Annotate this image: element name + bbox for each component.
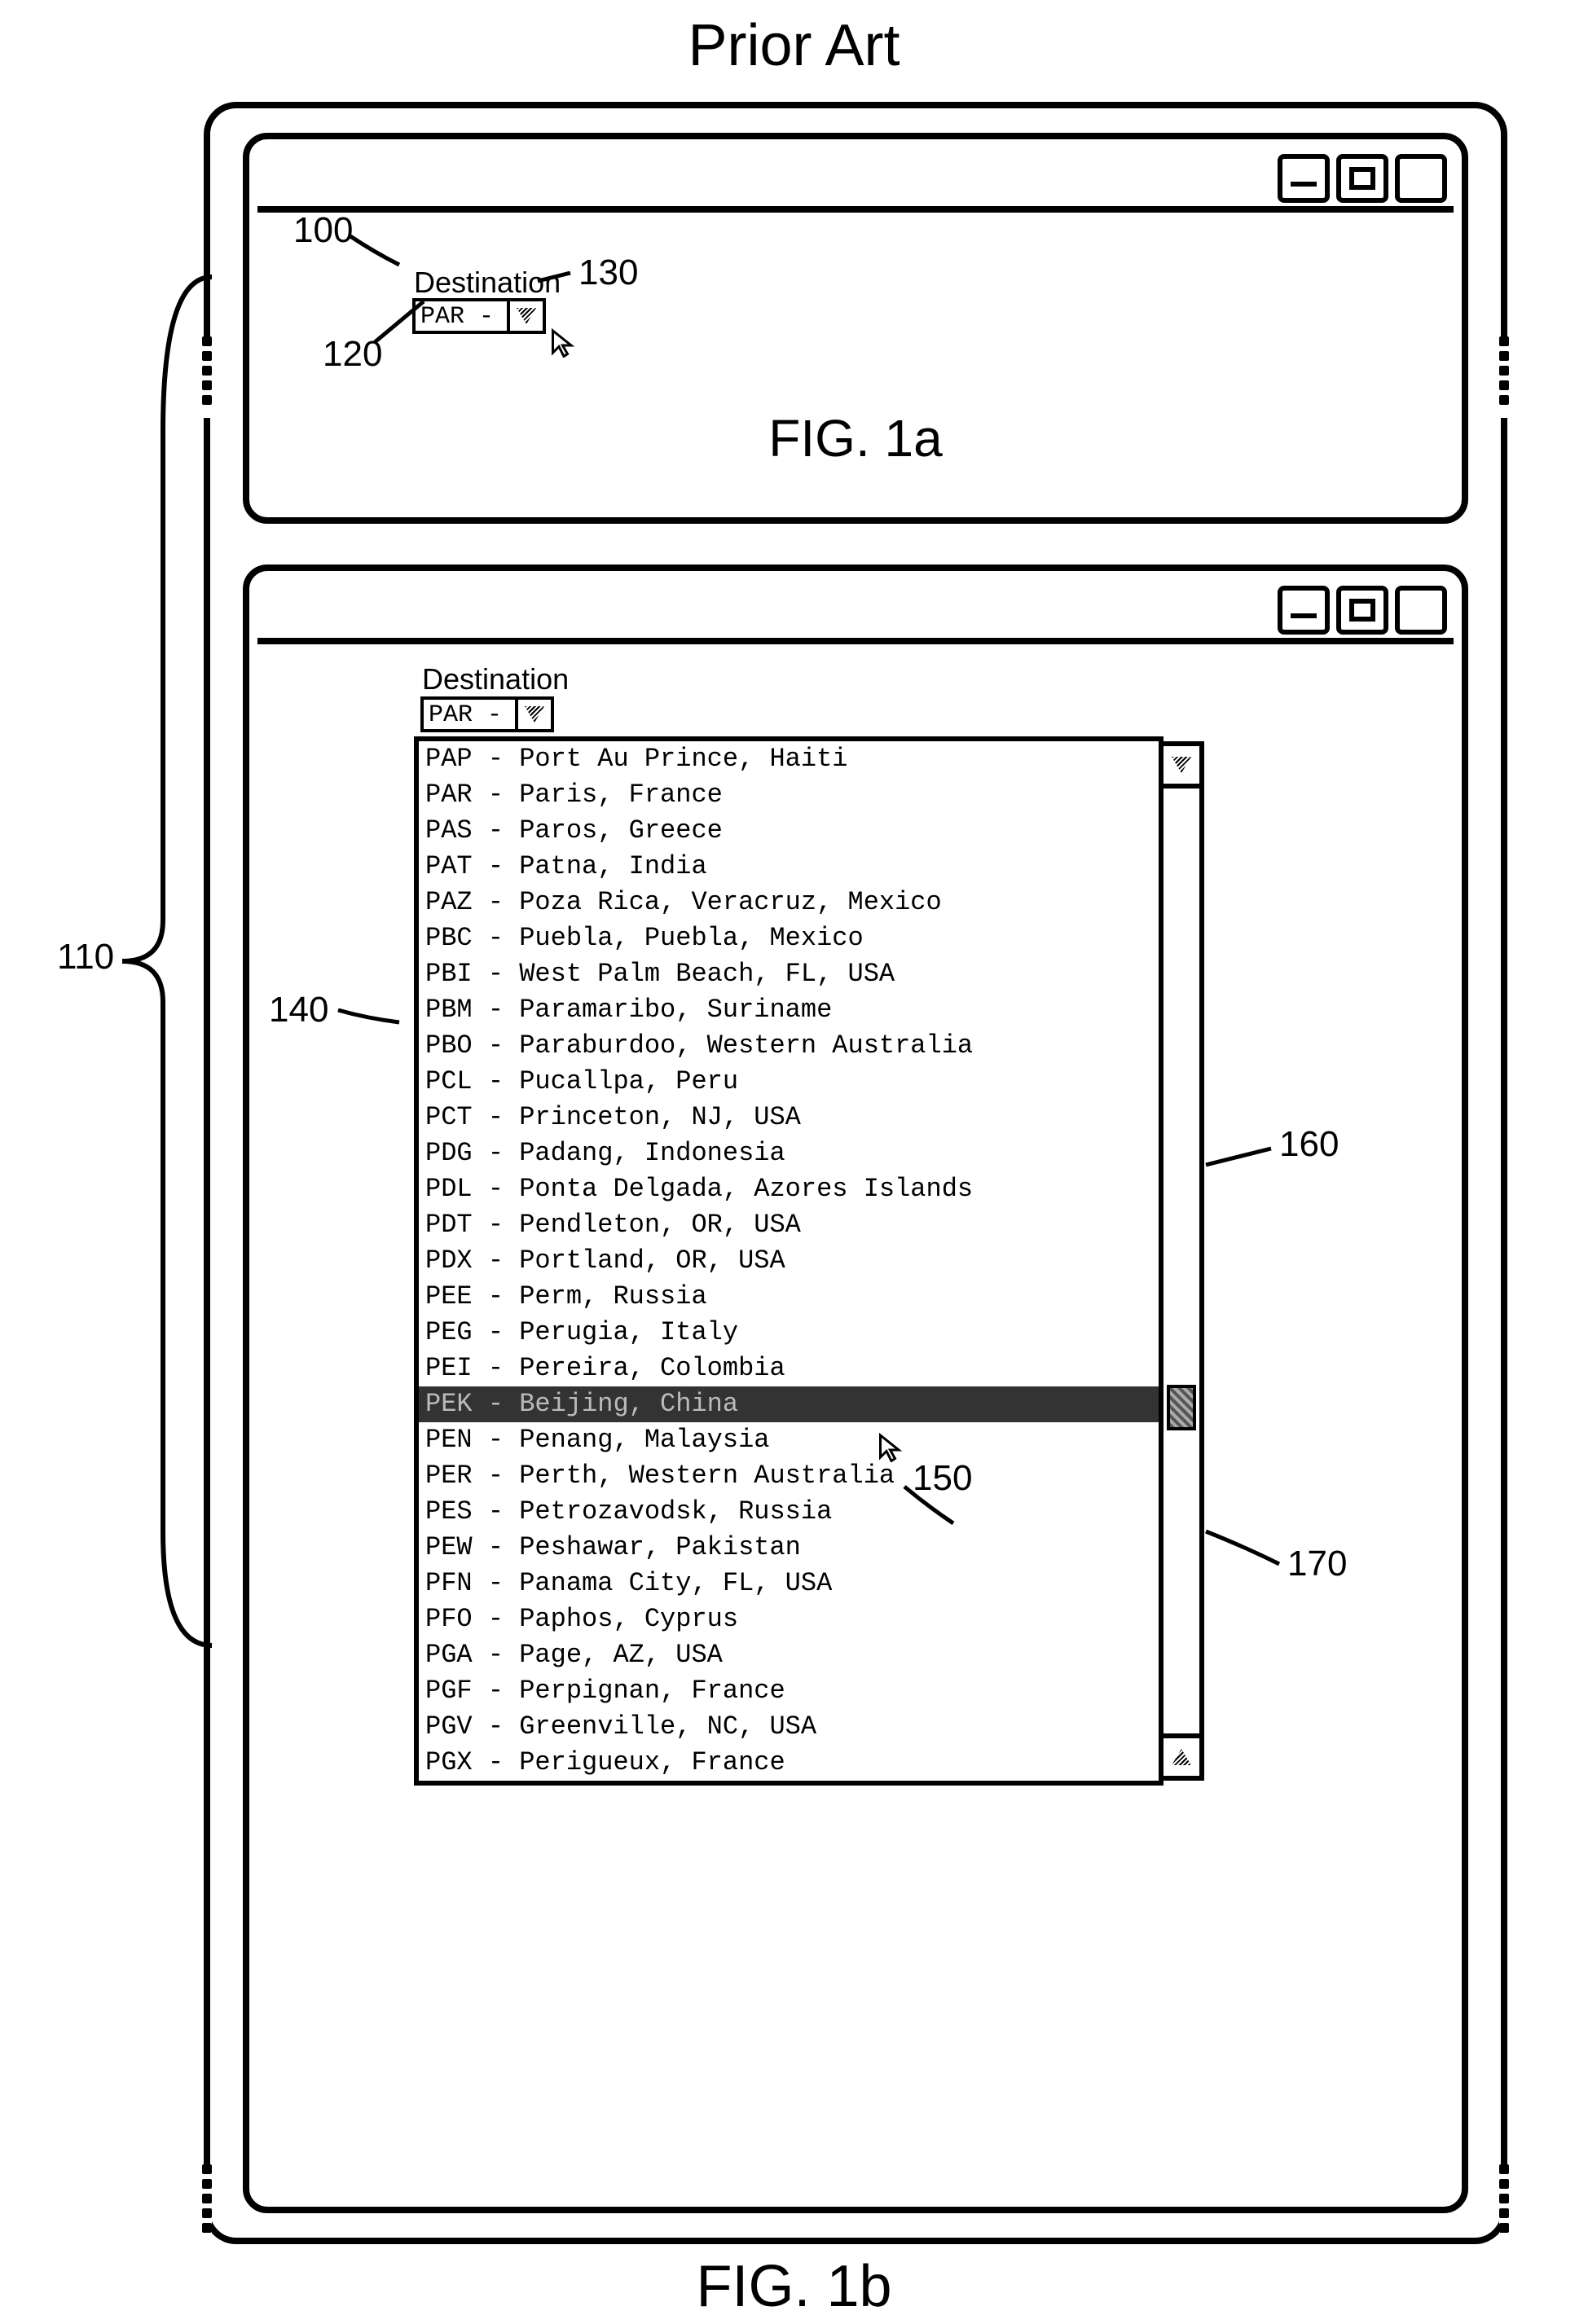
callout-150: 150	[913, 1458, 972, 1499]
callout-170: 170	[1287, 1544, 1347, 1584]
callout-110: 110	[57, 937, 114, 977]
callout-120: 120	[323, 334, 382, 375]
callout-160: 160	[1279, 1124, 1339, 1165]
figure-1b-label: FIG. 1b	[0, 2253, 1588, 2320]
callout-130: 130	[578, 253, 638, 293]
callout-100: 100	[293, 210, 353, 251]
bracket-110	[106, 269, 220, 1654]
callout-140: 140	[269, 990, 328, 1030]
